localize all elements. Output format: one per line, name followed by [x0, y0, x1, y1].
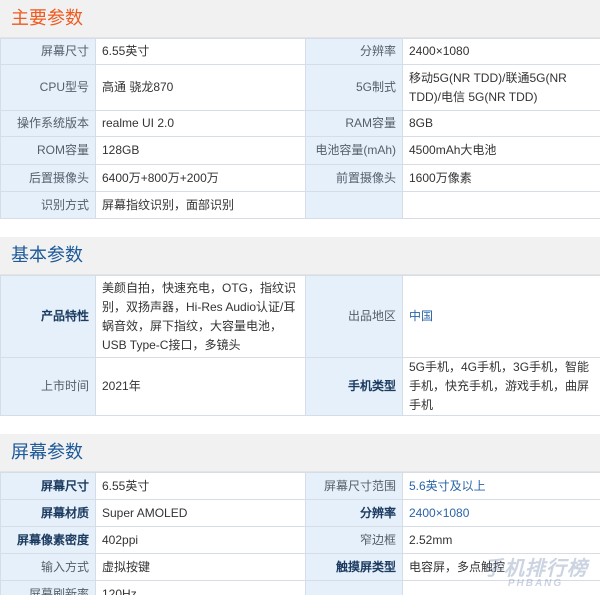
param-label: ROM容量	[0, 136, 96, 165]
param-value: 1600万像素	[402, 164, 600, 192]
table-row: 识别方式 屏幕指纹识别，面部识别	[0, 191, 600, 219]
table-row: ROM容量 128GB 电池容量(mAh) 4500mAh大电池	[0, 136, 600, 165]
param-value: 8GB	[402, 110, 600, 137]
param-label: 输入方式	[0, 553, 96, 581]
param-label: 屏幕像素密度	[0, 526, 96, 554]
param-value: 移动5G(NR TDD)/联通5G(NR TDD)/电信 5G(NR TDD)	[402, 64, 600, 111]
param-value: 2021年	[95, 357, 306, 416]
param-label: 产品特性	[0, 275, 96, 358]
param-label-empty	[305, 191, 403, 219]
param-value: 6.55英寸	[95, 38, 306, 65]
param-value: 2.52mm	[402, 526, 600, 554]
param-label-empty	[305, 580, 403, 595]
param-value: 5G手机，4G手机，3G手机，智能手机，快充手机，游戏手机，曲屏手机	[402, 357, 600, 416]
param-label: 出品地区	[305, 275, 403, 358]
param-value: 6400万+800万+200万	[95, 164, 306, 192]
param-value: 虚拟按键	[95, 553, 306, 581]
section-title-main-params: 主要参数	[0, 0, 600, 38]
section-title-screen-params: 屏幕参数	[0, 434, 600, 472]
table-row: CPU型号 高通 骁龙870 5G制式 移动5G(NR TDD)/联通5G(NR…	[0, 64, 600, 111]
param-label: RAM容量	[305, 110, 403, 137]
param-label: 5G制式	[305, 64, 403, 111]
table-row: 屏幕尺寸 6.55英寸 屏幕尺寸范围 5.6英寸及以上	[0, 472, 600, 500]
param-value: 高通 骁龙870	[95, 64, 306, 111]
param-value: 128GB	[95, 136, 306, 165]
param-label: 分辨率	[305, 499, 403, 527]
param-value: 402ppi	[95, 526, 306, 554]
param-value-link[interactable]: 中国	[402, 275, 600, 358]
table-row: 屏幕材质 Super AMOLED 分辨率 2400×1080	[0, 499, 600, 527]
param-label: 操作系统版本	[0, 110, 96, 137]
param-value-empty	[402, 580, 600, 595]
table-row: 屏幕尺寸 6.55英寸 分辨率 2400×1080	[0, 38, 600, 65]
table-row: 产品特性 美颜自拍，快速充电，OTG，指纹识别，双扬声器，Hi-Res Audi…	[0, 275, 600, 358]
param-value: 2400×1080	[402, 38, 600, 65]
param-value: 屏幕指纹识别，面部识别	[95, 191, 306, 219]
param-label: CPU型号	[0, 64, 96, 111]
param-value-link[interactable]: 5.6英寸及以上	[402, 472, 600, 500]
table-row: 后置摄像头 6400万+800万+200万 前置摄像头 1600万像素	[0, 164, 600, 192]
param-label: 前置摄像头	[305, 164, 403, 192]
param-value: 美颜自拍，快速充电，OTG，指纹识别，双扬声器，Hi-Res Audio认证/耳…	[95, 275, 306, 358]
param-label: 窄边框	[305, 526, 403, 554]
param-value: Super AMOLED	[95, 499, 306, 527]
param-value: 电容屏，多点触控	[402, 553, 600, 581]
param-label: 后置摄像头	[0, 164, 96, 192]
param-label: 屏幕刷新率	[0, 580, 96, 595]
param-value-empty	[402, 191, 600, 219]
main-params-table: 屏幕尺寸 6.55英寸 分辨率 2400×1080 CPU型号 高通 骁龙870…	[0, 38, 600, 219]
table-row: 屏幕刷新率 120Hz	[0, 580, 600, 595]
param-label: 电池容量(mAh)	[305, 136, 403, 165]
param-value: 120Hz	[95, 580, 306, 595]
screen-params-table: 屏幕尺寸 6.55英寸 屏幕尺寸范围 5.6英寸及以上 屏幕材质 Super A…	[0, 472, 600, 595]
section-title-basic-params: 基本参数	[0, 237, 600, 275]
table-row: 输入方式 虚拟按键 触摸屏类型 电容屏，多点触控	[0, 553, 600, 581]
param-value: 6.55英寸	[95, 472, 306, 500]
param-label: 屏幕尺寸	[0, 38, 96, 65]
param-label: 屏幕尺寸范围	[305, 472, 403, 500]
param-value-link[interactable]: 2400×1080	[402, 499, 600, 527]
table-row: 操作系统版本 realme UI 2.0 RAM容量 8GB	[0, 110, 600, 137]
param-value: realme UI 2.0	[95, 110, 306, 137]
param-label: 触摸屏类型	[305, 553, 403, 581]
param-label: 屏幕材质	[0, 499, 96, 527]
table-row: 上市时间 2021年 手机类型 5G手机，4G手机，3G手机，智能手机，快充手机…	[0, 357, 600, 416]
param-label: 识别方式	[0, 191, 96, 219]
param-value: 4500mAh大电池	[402, 136, 600, 165]
basic-params-table: 产品特性 美颜自拍，快速充电，OTG，指纹识别，双扬声器，Hi-Res Audi…	[0, 275, 600, 416]
param-label: 分辨率	[305, 38, 403, 65]
param-label: 上市时间	[0, 357, 96, 416]
param-label: 手机类型	[305, 357, 403, 416]
param-label: 屏幕尺寸	[0, 472, 96, 500]
table-row: 屏幕像素密度 402ppi 窄边框 2.52mm	[0, 526, 600, 554]
